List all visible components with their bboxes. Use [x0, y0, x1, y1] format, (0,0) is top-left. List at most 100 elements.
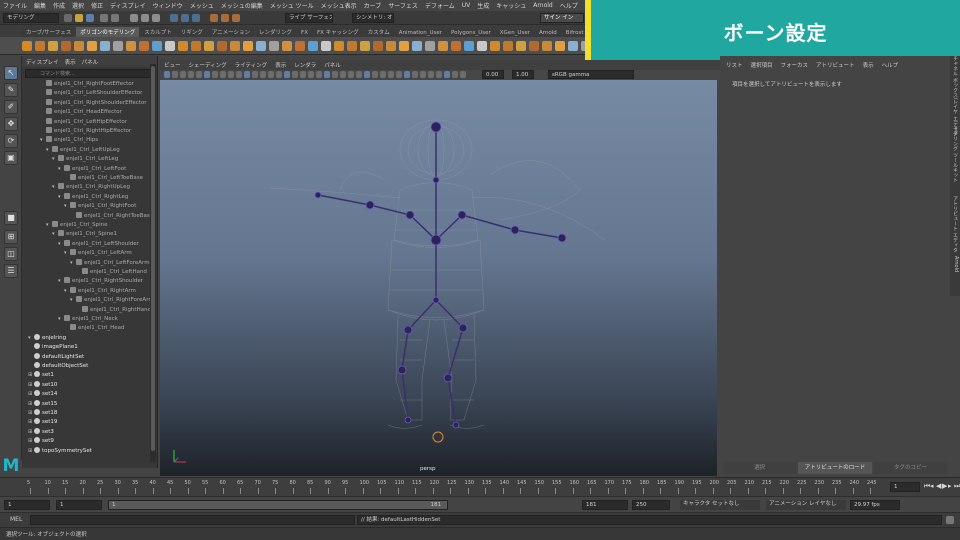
shelf-tab[interactable]: カーブ/サーフェス: [22, 27, 76, 37]
viewport-toolbar-icon[interactable]: [252, 71, 258, 78]
viewport-toolbar-icon[interactable]: [348, 71, 354, 78]
shelf-tab[interactable]: リギング: [176, 27, 207, 37]
shelf-tool-icon[interactable]: [412, 41, 422, 51]
shelf-tool-icon[interactable]: [425, 41, 435, 51]
shelf-tool-icon[interactable]: [503, 41, 513, 51]
live-surface-field[interactable]: ライブ サーフェスなし: [285, 13, 333, 23]
color-space-dropdown[interactable]: sRGB gamma: [548, 70, 634, 79]
scale-tool-icon[interactable]: ▣: [4, 151, 18, 165]
outliner-item[interactable]: ⊞ set10: [22, 380, 156, 390]
outliner-item[interactable]: ▾ enjel1_Ctrl_LeftForeArm: [22, 258, 156, 268]
step-forward-icon[interactable]: ▸: [948, 482, 952, 490]
shelf-tool-icon[interactable]: [516, 41, 526, 51]
outliner-item[interactable]: enjel1_Ctrl_RightHipEffector: [22, 127, 156, 136]
menu-item[interactable]: ウィンドウ: [153, 1, 183, 10]
mel-input[interactable]: [30, 515, 355, 525]
menu-item[interactable]: メッシュ: [190, 1, 214, 10]
outliner-item[interactable]: ⊞ set14: [22, 390, 156, 399]
shelf-tool-icon[interactable]: [399, 41, 409, 51]
shelf-tab[interactable]: FX: [297, 29, 312, 37]
range-slider[interactable]: 1 181: [108, 500, 448, 510]
paint-select-icon[interactable]: ✐: [4, 100, 18, 114]
shelf-tool-icon[interactable]: [490, 41, 500, 51]
side-tab[interactable]: チャネル ボックス/レイヤ エディタ: [951, 56, 959, 136]
viewport-menu-item[interactable]: ライティング: [235, 61, 268, 69]
viewport-toolbar-icon[interactable]: [380, 71, 386, 78]
shelf-tab[interactable]: アニメーション: [207, 27, 255, 37]
viewport-toolbar-icon[interactable]: [228, 71, 234, 78]
viewport-toolbar-icon[interactable]: [340, 71, 346, 78]
viewport-toolbar-icon[interactable]: [220, 71, 226, 78]
outliner-item[interactable]: ▾ enjel1_Ctrl_RightForeArm: [22, 296, 156, 305]
select-tool-icon[interactable]: ↖: [4, 66, 18, 80]
move-tool-icon[interactable]: ✥: [4, 117, 18, 131]
outliner-layout-icon[interactable]: ☰: [4, 264, 18, 278]
outliner-item[interactable]: defaultObjectSet: [22, 362, 156, 371]
menu-item[interactable]: ディスプレイ: [110, 1, 146, 10]
rotate-tool-icon[interactable]: ⟳: [4, 134, 18, 148]
snap-curve-icon[interactable]: [181, 14, 189, 22]
outliner-item[interactable]: ▾ enjel1_Ctrl_LeftShoulder: [22, 239, 156, 249]
single-pane-icon[interactable]: ■: [4, 211, 18, 225]
viewport-toolbar-icon[interactable]: [388, 71, 394, 78]
shelf-tool-icon[interactable]: [269, 41, 279, 51]
outliner-item[interactable]: ▾ enjel1_Ctrl_Hips: [22, 136, 156, 145]
viewport-toolbar-icon[interactable]: [356, 71, 362, 78]
viewport-toolbar-icon[interactable]: [372, 71, 378, 78]
viewport-toolbar-icon[interactable]: [420, 71, 426, 78]
menu-item[interactable]: UV: [462, 2, 471, 9]
playback-end-field[interactable]: 181: [582, 500, 628, 510]
outliner-item[interactable]: enjel1_Ctrl_LeftHand: [22, 268, 156, 277]
menu-item[interactable]: 生成: [477, 1, 489, 10]
shelf-tab[interactable]: スカルプト: [140, 27, 176, 37]
outliner-menu-item[interactable]: ディスプレイ: [26, 58, 59, 66]
viewport-toolbar-icon[interactable]: [404, 71, 410, 78]
outliner-scroll-thumb[interactable]: [151, 66, 155, 451]
viewport-menu-item[interactable]: シェーディング: [189, 61, 227, 69]
shelf-tab[interactable]: Arnold: [534, 29, 561, 37]
viewport-menu-item[interactable]: ビュー: [164, 61, 181, 69]
outliner-item[interactable]: enjel1_Ctrl_RightHand: [22, 305, 156, 315]
shelf-tool-icon[interactable]: [308, 41, 318, 51]
attribute-menu-item[interactable]: 選択項目: [751, 61, 773, 69]
attribute-menu-item[interactable]: リスト: [726, 61, 743, 69]
viewport-toolbar-icon[interactable]: [452, 71, 458, 78]
viewport-toolbar-icon[interactable]: [276, 71, 282, 78]
outliner-item[interactable]: ⊞ set19: [22, 418, 156, 427]
expand-icon[interactable]: ▾: [28, 334, 34, 343]
shelf-tool-icon[interactable]: [386, 41, 396, 51]
viewport-toolbar-icon[interactable]: [436, 71, 442, 78]
shelf-tool-icon[interactable]: [48, 41, 58, 51]
sign-in-button[interactable]: サイン イン: [540, 13, 584, 23]
shelf-tab[interactable]: レンダリング: [255, 27, 297, 37]
outliner-item[interactable]: ⊞ set18: [22, 409, 156, 418]
viewport-toolbar-icon[interactable]: [292, 71, 298, 78]
viewport-menu-item[interactable]: レンダラ: [294, 61, 316, 69]
menu-item[interactable]: 選択: [72, 1, 84, 10]
exposure-field[interactable]: 0.00: [482, 70, 504, 79]
viewport-toolbar-icon[interactable]: [188, 71, 194, 78]
viewport-toolbar-icon[interactable]: [332, 71, 338, 78]
anim-layer-dropdown[interactable]: アニメーション レイヤなし: [766, 500, 846, 510]
shelf-tool-icon[interactable]: [74, 41, 84, 51]
menu-item[interactable]: キャッシュ: [496, 1, 526, 10]
outliner-item[interactable]: ▾ enjel1_Ctrl_RightLeg: [22, 192, 156, 202]
outliner-item[interactable]: enjel1_Ctrl_RightFootEffector: [22, 80, 156, 89]
shelf-tool-icon[interactable]: [165, 41, 175, 51]
outliner-item[interactable]: enjel1_Ctrl_RightShoulderEffector: [22, 98, 156, 108]
viewport-toolbar-icon[interactable]: [284, 71, 290, 78]
shelf-tool-icon[interactable]: [295, 41, 305, 51]
side-tab[interactable]: モデリング ツールキット: [951, 126, 959, 183]
mode-dropdown[interactable]: モデリング: [3, 13, 59, 23]
expand-icon[interactable]: ⊞: [28, 400, 34, 409]
current-frame-field[interactable]: 1: [890, 482, 920, 492]
shelf-tool-icon[interactable]: [87, 41, 97, 51]
viewport-toolbar-icon[interactable]: [180, 71, 186, 78]
shelf-tab[interactable]: Animation_User: [394, 29, 447, 37]
viewport-toolbar-icon[interactable]: [396, 71, 402, 78]
outliner-search-input[interactable]: コマンド検索...: [25, 69, 154, 78]
shelf-tool-icon[interactable]: [568, 41, 578, 51]
menu-item[interactable]: カーブ: [364, 1, 382, 10]
viewport-menu-item[interactable]: 表示: [275, 61, 286, 69]
shelf-tool-icon[interactable]: [126, 41, 136, 51]
